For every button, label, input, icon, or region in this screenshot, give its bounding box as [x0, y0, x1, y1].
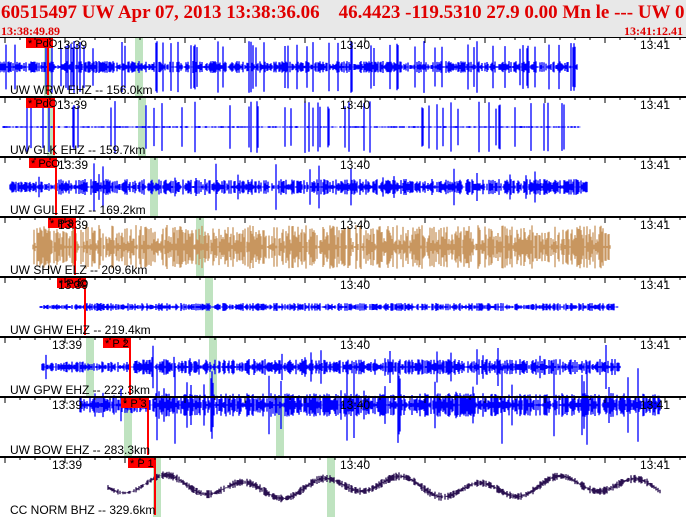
phase-window-band: [327, 458, 335, 517]
time-label: 13:40: [340, 38, 370, 52]
time-label: 13:39: [58, 158, 88, 172]
channel-panel[interactable]: * PdO 13:39 13:40 13:41 UW WRW EHZ -- 156.0k…: [0, 37, 686, 97]
channel-label: UW WRW EHZ -- 156.0km: [10, 83, 152, 97]
time-label: 13:40: [340, 158, 370, 172]
pick-label: * P 1: [130, 458, 154, 470]
event-summary: 60515497 UW Apr 07, 2013 13:38:36.06 46.…: [1, 2, 686, 23]
time-label: 13:39: [58, 218, 88, 232]
time-label: 13:39: [57, 38, 87, 52]
channel-label: UW GHW EHZ -- 219.4km: [10, 323, 151, 337]
channel-panel[interactable]: * P 1 13:39 13:40 13:41 CC NORM BHZ -- 329.6…: [0, 456, 686, 517]
channel-label: UW BOW EHZ -- 283.3km: [10, 443, 150, 457]
channel-panel[interactable]: * P 3 13:39 13:40 13:41 UW BOW EHZ -- 283.3k…: [0, 365, 686, 457]
time-label: 13:41: [640, 458, 670, 472]
time-label: 13:41: [640, 398, 670, 412]
time-label: 13:41: [640, 278, 670, 292]
channel-panel[interactable]: * P 213:39 13:40 13:41UW GPW EHZ -- 222.3k…: [0, 336, 686, 397]
time-label: 13:39: [52, 338, 82, 352]
waveform-trace: [107, 471, 661, 503]
channel-label: UW SHW ELZ -- 209.6km: [10, 263, 147, 277]
channel-label: UW GLK EHZ -- 159.7km: [10, 143, 145, 157]
pick-label: * PdO: [28, 38, 58, 50]
waveform-trace: [39, 303, 619, 311]
time-label: 13:39: [57, 98, 87, 112]
time-label: 13:41: [640, 38, 670, 52]
channel-label: CC NORM BHZ -- 329.6km: [10, 503, 155, 517]
time-label: 13:41: [640, 218, 670, 232]
time-label: 13:40: [340, 218, 370, 232]
waveform-viewer: 60515497 UW Apr 07, 2013 13:38:36.06 46.…: [0, 0, 686, 518]
channel-panel[interactable]: * PdO13:39 13:40 13:41UW GHW EHZ -- 219.4k…: [0, 276, 686, 337]
pick-label: * P 3: [123, 398, 147, 410]
time-label: 13:39: [52, 398, 82, 412]
pick-label: * PdO: [28, 98, 58, 110]
channel-panel[interactable]: * P 313:39 13:40 13:41UW SHW ELZ -- 209.6k…: [0, 216, 686, 277]
time-label: 13:41: [640, 158, 670, 172]
time-label: 13:39: [58, 278, 88, 292]
time-label: 13:40: [340, 278, 370, 292]
channel-label: UW GUL EHZ -- 169.2km: [10, 203, 146, 217]
seismogram-panels[interactable]: * PdO 13:39 13:40 13:41 UW WRW EHZ -- 156.0k…: [0, 37, 686, 518]
time-label: 13:40: [340, 458, 370, 472]
time-label: 13:40: [340, 98, 370, 112]
channel-label: UW GPW EHZ -- 222.3km: [10, 383, 150, 397]
time-label: 13:40: [340, 338, 370, 352]
time-label: 13:41: [640, 338, 670, 352]
time-label: 13:41: [640, 98, 670, 112]
channel-panel[interactable]: * PdO 13:39 13:40 13:41 UW GLK EHZ -- 159.7k…: [0, 96, 686, 157]
time-label: 13:40: [340, 398, 370, 412]
channel-panel[interactable]: * PcO13:39 13:40 13:41UW GUL EHZ -- 169.2k…: [0, 156, 686, 217]
time-label: 13:39: [52, 458, 82, 472]
